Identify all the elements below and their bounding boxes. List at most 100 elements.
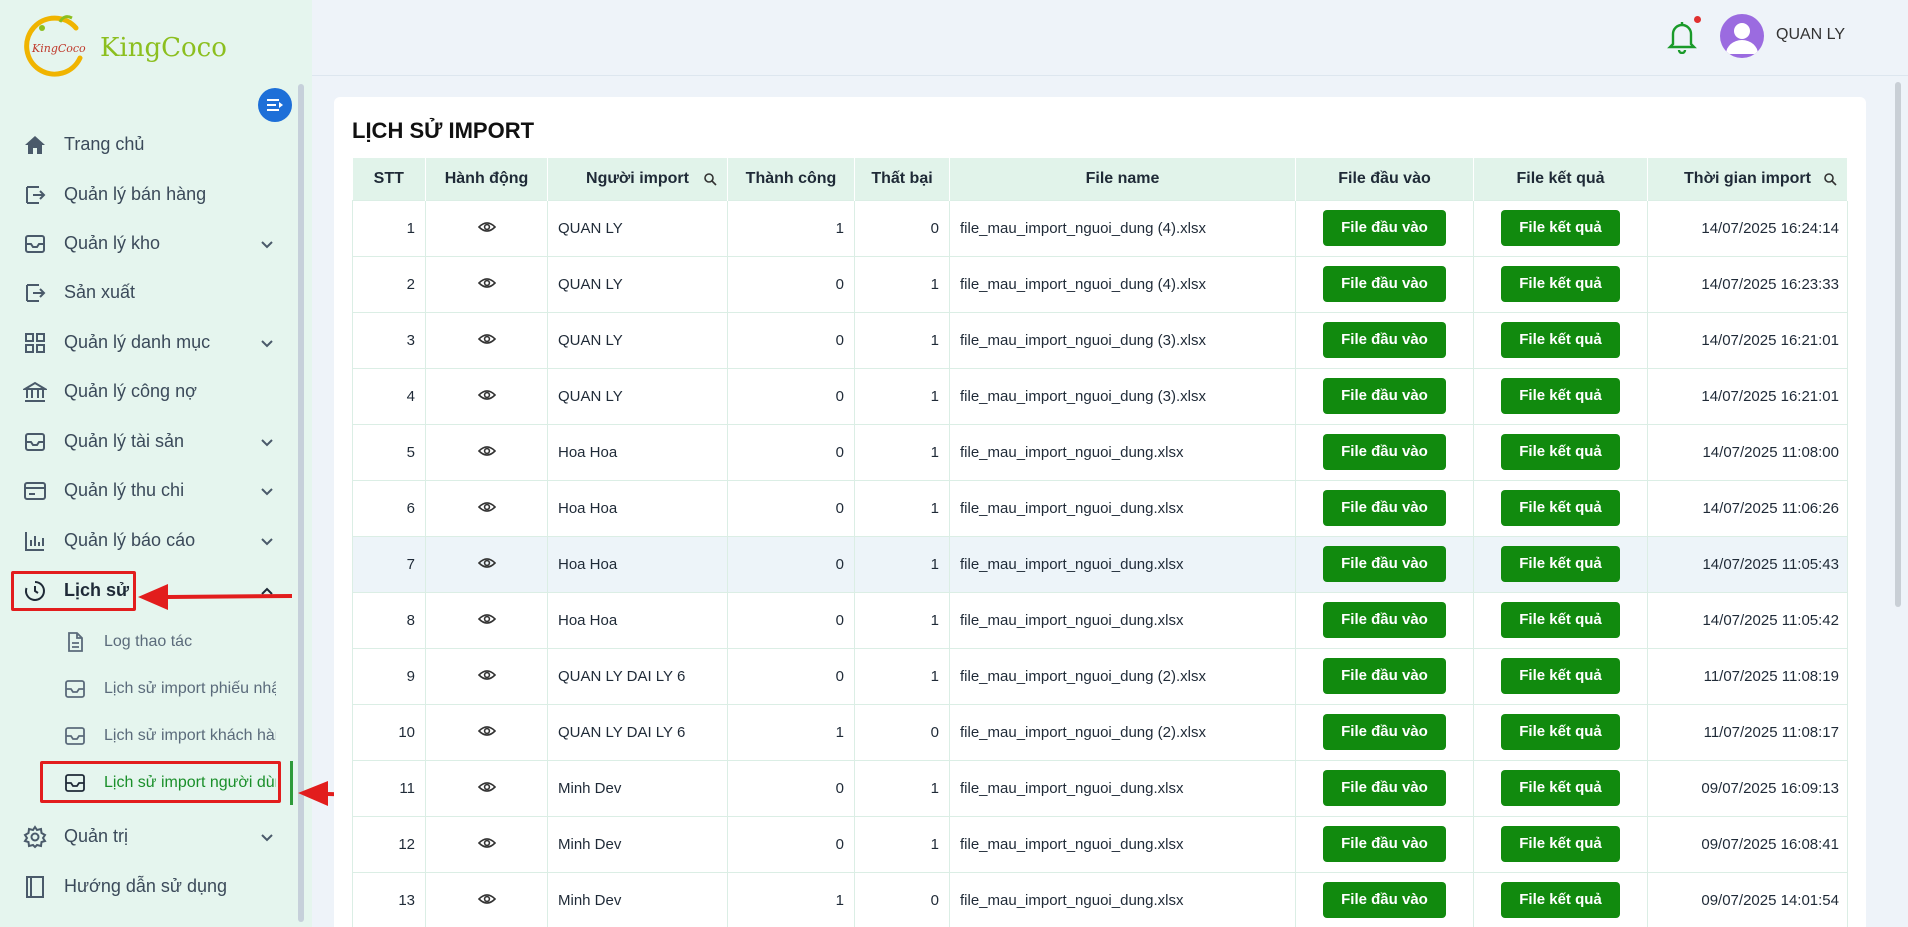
cell-stt: 12 xyxy=(352,815,426,873)
input-file-button[interactable]: File đầu vào xyxy=(1323,322,1446,358)
sidebar-item-label: Quản lý tài sản xyxy=(64,431,185,451)
eye-icon[interactable] xyxy=(477,557,496,569)
sidebar-subitem-label: Lịch sử import phiếu nhập xyxy=(104,680,276,697)
cell-success: 1 xyxy=(727,871,855,927)
cell-stt: 7 xyxy=(352,535,426,593)
input-file-button[interactable]: File đầu vào xyxy=(1323,546,1446,582)
sidebar-item-debt[interactable]: Quản lý công nợ xyxy=(0,367,300,416)
sidebar-item-categories[interactable]: Quản lý danh mục xyxy=(0,318,300,367)
cell-importer: Hoa Hoa xyxy=(547,479,728,537)
kingcoco-logo-icon: KingCoco xyxy=(24,12,90,78)
eye-icon[interactable] xyxy=(477,893,496,905)
cell-fail: 1 xyxy=(854,535,950,593)
result-file-button[interactable]: File kết quả xyxy=(1501,490,1620,526)
result-file-button[interactable]: File kết quả xyxy=(1501,266,1620,302)
eye-icon[interactable] xyxy=(477,445,496,457)
input-file-button[interactable]: File đầu vào xyxy=(1323,826,1446,862)
input-file-button[interactable]: File đầu vào xyxy=(1323,434,1446,470)
eye-icon[interactable] xyxy=(477,837,496,849)
inbox-icon xyxy=(65,680,85,698)
eye-icon[interactable] xyxy=(477,725,496,737)
cell-importer: QUAN LY DAI LY 6 xyxy=(547,647,728,705)
result-file-button[interactable]: File kết quả xyxy=(1501,770,1620,806)
result-file-button[interactable]: File kết quả xyxy=(1501,210,1620,246)
import-history-table: STT Hành động Người import Thành công Th… xyxy=(352,158,1848,927)
eye-icon[interactable] xyxy=(477,277,496,289)
cell-action xyxy=(425,479,548,537)
input-file-button[interactable]: File đầu vào xyxy=(1323,770,1446,806)
brand-logo[interactable]: KingCoco KingCoco xyxy=(24,12,227,78)
sidebar-item-warehouse[interactable]: Quản lý kho xyxy=(0,219,300,268)
cell-import-time: 09/07/2025 14:01:54 xyxy=(1647,871,1848,927)
cell-action xyxy=(425,199,548,257)
production-icon xyxy=(22,280,48,306)
sidebar-item-admin[interactable]: Quản trị xyxy=(0,812,300,861)
sidebar-subitem-action-log[interactable]: Log thao tác xyxy=(0,619,300,665)
eye-icon[interactable] xyxy=(477,781,496,793)
result-file-button[interactable]: File kết quả xyxy=(1501,378,1620,414)
eye-icon[interactable] xyxy=(477,333,496,345)
result-file-button[interactable]: File kết quả xyxy=(1501,882,1620,918)
result-file-button[interactable]: File kết quả xyxy=(1501,714,1620,750)
cell-input-file: File đầu vào xyxy=(1295,815,1474,873)
input-file-button[interactable]: File đầu vào xyxy=(1323,658,1446,694)
result-file-button[interactable]: File kết quả xyxy=(1501,546,1620,582)
cell-stt: 2 xyxy=(352,255,426,313)
chevron-down-icon xyxy=(261,438,273,446)
sidebar-subitem-import-receipts[interactable]: Lịch sử import phiếu nhập xyxy=(0,666,300,712)
sidebar-item-production[interactable]: Sản xuất xyxy=(0,268,300,317)
cell-fail: 1 xyxy=(854,759,950,817)
sidebar-collapse-button[interactable] xyxy=(258,88,292,122)
cell-action xyxy=(425,255,548,313)
sidebar-subitem-import-customers[interactable]: Lịch sử import khách hàng xyxy=(0,713,300,759)
cell-file-name: file_mau_import_nguoi_dung.xlsx xyxy=(949,479,1296,537)
table-row: 13 Minh Dev 1 0 file_mau_import_nguoi_du… xyxy=(352,871,1848,927)
result-file-button[interactable]: File kết quả xyxy=(1501,434,1620,470)
cell-import-time: 14/07/2025 11:05:42 xyxy=(1647,591,1848,649)
input-file-button[interactable]: File đầu vào xyxy=(1323,490,1446,526)
input-file-button[interactable]: File đầu vào xyxy=(1323,602,1446,638)
cell-result-file: File kết quả xyxy=(1473,815,1648,873)
search-icon[interactable] xyxy=(1823,172,1837,186)
bank-icon xyxy=(22,379,48,405)
eye-icon[interactable] xyxy=(477,389,496,401)
cell-stt: 13 xyxy=(352,871,426,927)
sidebar-item-home[interactable]: Trang chủ xyxy=(0,120,300,169)
username[interactable]: QUAN LY xyxy=(1776,26,1845,44)
result-file-button[interactable]: File kết quả xyxy=(1501,826,1620,862)
eye-icon[interactable] xyxy=(477,501,496,513)
cell-action xyxy=(425,591,548,649)
eye-icon[interactable] xyxy=(477,669,496,681)
column-header-label: Thời gian import xyxy=(1684,169,1811,187)
result-file-button[interactable]: File kết quả xyxy=(1501,322,1620,358)
avatar[interactable] xyxy=(1720,14,1764,58)
sidebar-item-reports[interactable]: Quản lý báo cáo xyxy=(0,516,300,565)
eye-icon[interactable] xyxy=(477,613,496,625)
bell-icon[interactable] xyxy=(1666,18,1698,55)
sidebar-item-label: Quản lý danh mục xyxy=(64,332,211,352)
cell-importer: Hoa Hoa xyxy=(547,423,728,481)
cell-import-time: 14/07/2025 16:21:01 xyxy=(1647,311,1848,369)
input-file-button[interactable]: File đầu vào xyxy=(1323,266,1446,302)
cell-action xyxy=(425,759,548,817)
eye-icon[interactable] xyxy=(477,221,496,233)
main-scrollbar[interactable] xyxy=(1895,82,1901,607)
result-file-button[interactable]: File kết quả xyxy=(1501,658,1620,694)
input-file-button[interactable]: File đầu vào xyxy=(1323,210,1446,246)
cell-input-file: File đầu vào xyxy=(1295,479,1474,537)
cell-importer: QUAN LY xyxy=(547,199,728,257)
sidebar-item-sales[interactable]: Quản lý bán hàng xyxy=(0,170,300,219)
sidebar-item-assets[interactable]: Quản lý tài sản xyxy=(0,417,300,466)
sidebar-item-income-expense[interactable]: Quản lý thu chi xyxy=(0,466,300,515)
input-file-button[interactable]: File đầu vào xyxy=(1323,714,1446,750)
input-file-button[interactable]: File đầu vào xyxy=(1323,378,1446,414)
search-icon[interactable] xyxy=(703,172,717,186)
sidebar-item-guide[interactable]: Hướng dẫn sử dụng xyxy=(0,862,300,911)
result-file-button[interactable]: File kết quả xyxy=(1501,602,1620,638)
sidebar-item-label: Trang chủ xyxy=(64,134,145,154)
cell-fail: 0 xyxy=(854,199,950,257)
column-header-input-file: File đầu vào xyxy=(1295,158,1474,200)
cell-action xyxy=(425,367,548,425)
column-header-import-time: Thời gian import xyxy=(1647,158,1848,200)
input-file-button[interactable]: File đầu vào xyxy=(1323,882,1446,918)
